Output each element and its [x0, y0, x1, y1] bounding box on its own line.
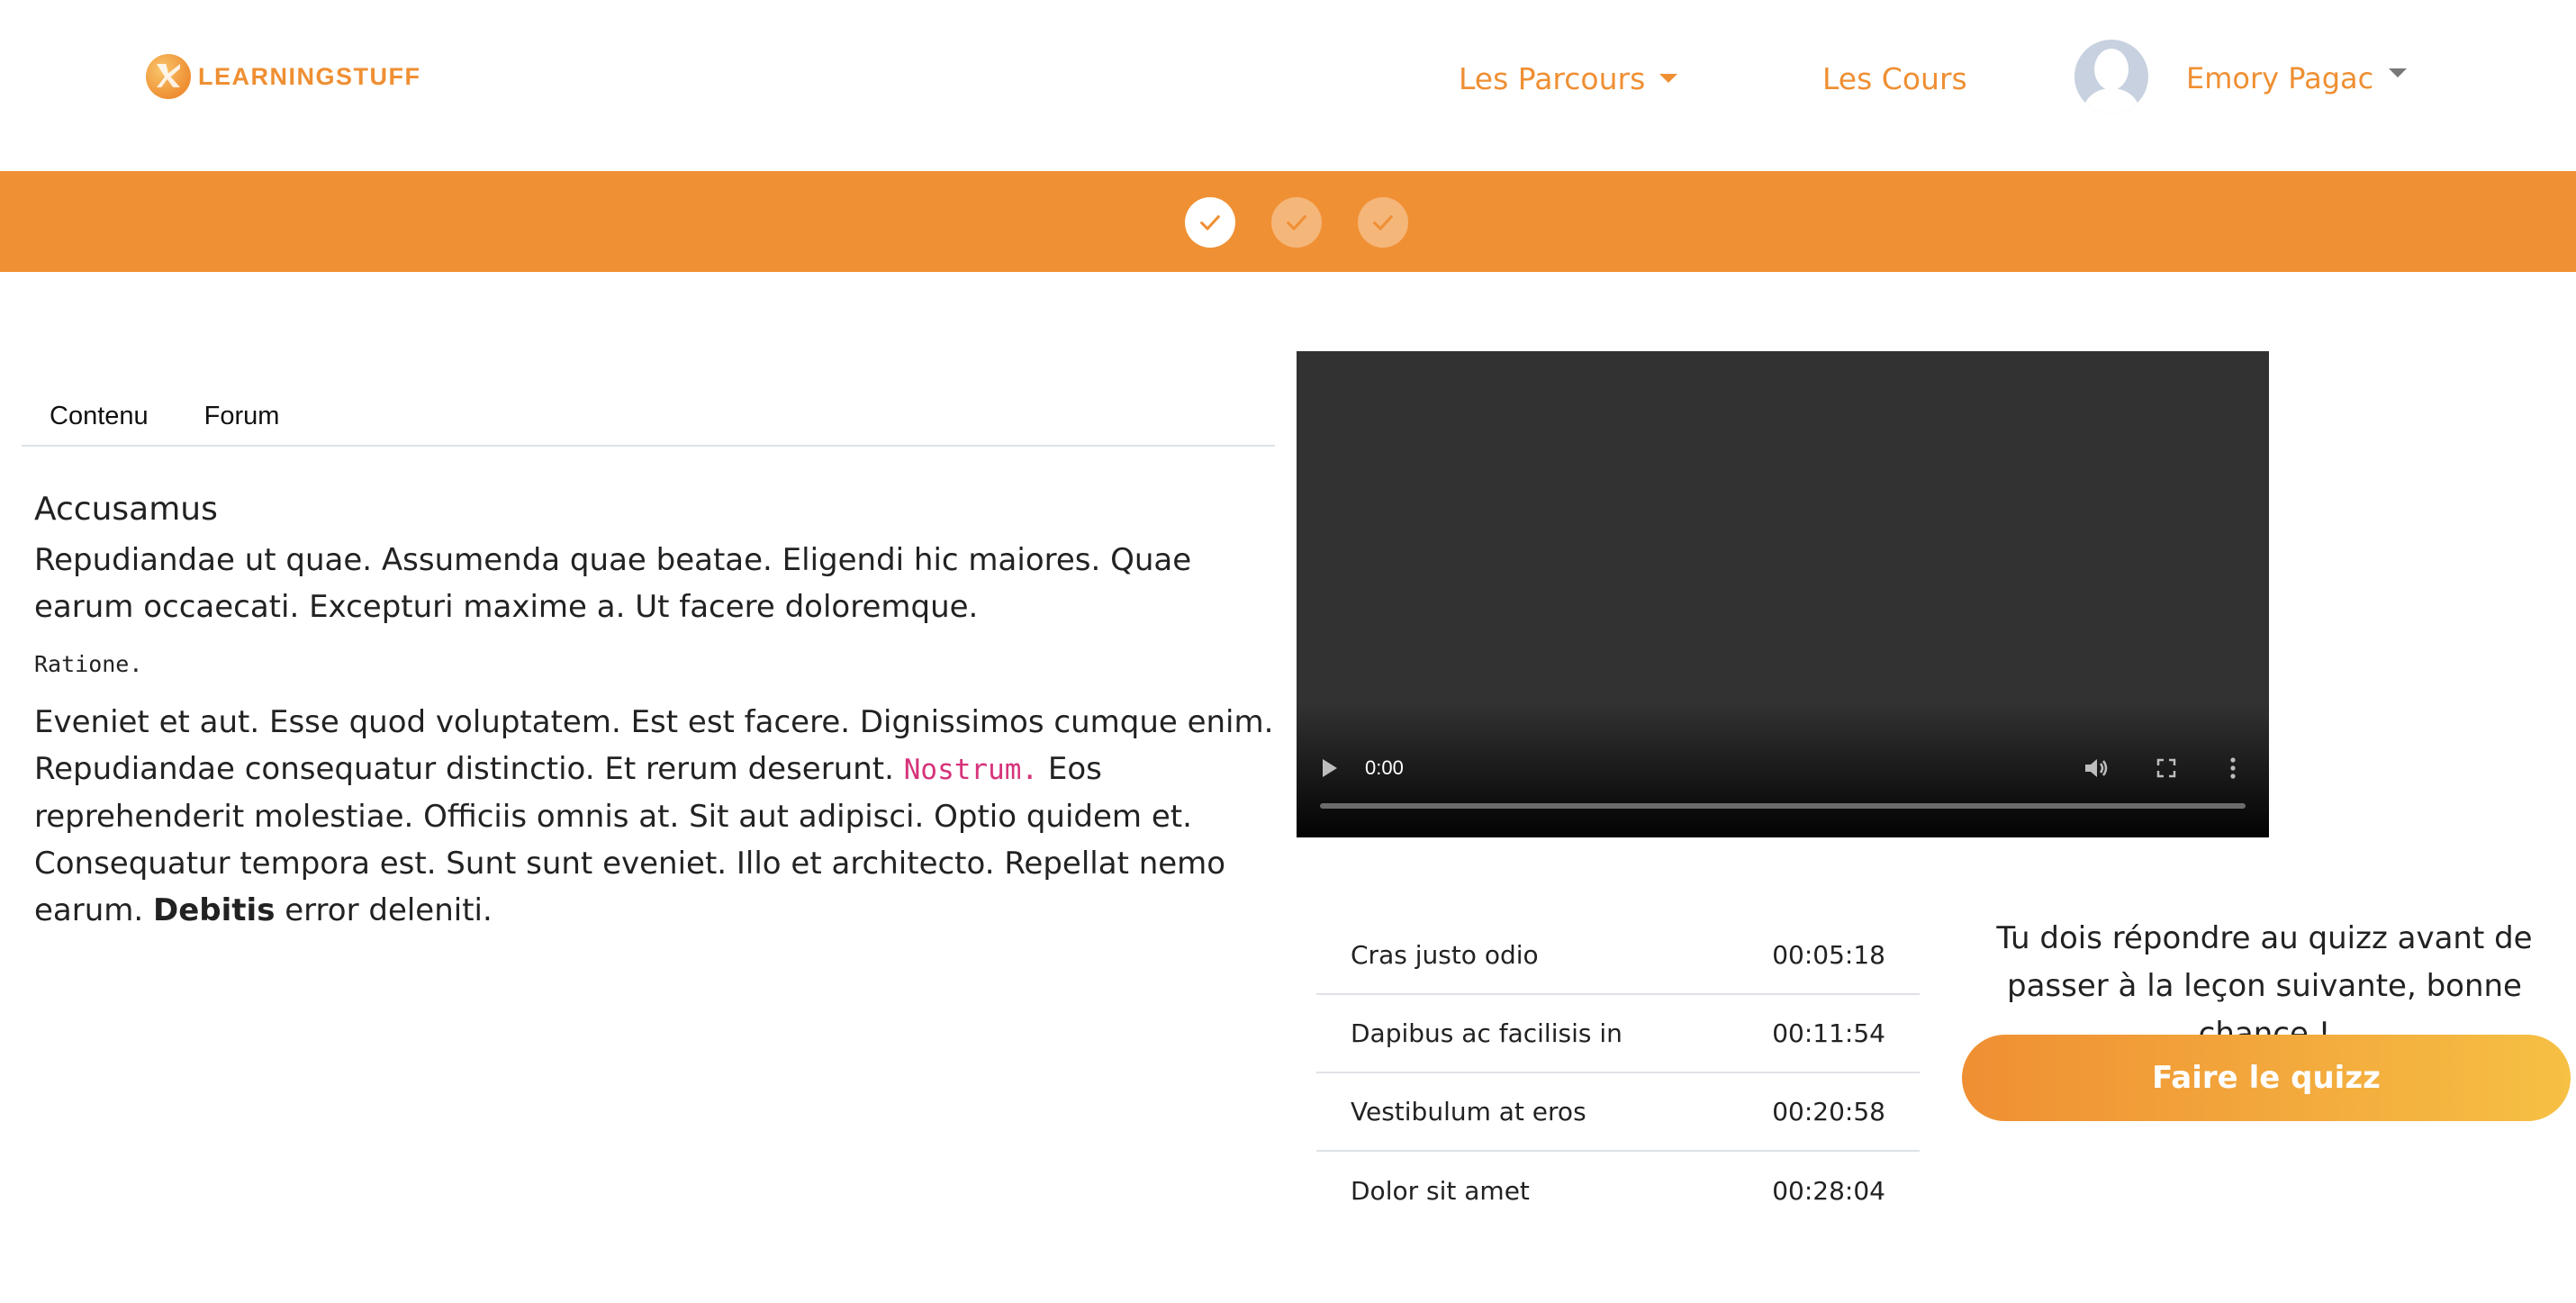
lesson-progress-bar: [0, 171, 2576, 272]
avatar[interactable]: [2074, 40, 2148, 113]
tab-forum[interactable]: Forum: [176, 387, 308, 445]
list-item[interactable]: Cras justo odio 00:05:18: [1316, 917, 1920, 995]
check-icon: [1287, 215, 1306, 231]
volume-icon: [2085, 759, 2108, 777]
inline-code: Nostrum.: [903, 754, 1039, 786]
body-text: error deleniti.: [275, 892, 493, 928]
chapter-list: Cras justo odio 00:05:18 Dapibus ac faci…: [1316, 917, 1920, 1230]
user-name: Emory Pagac: [2186, 61, 2374, 95]
logo[interactable]: LEARNINGSTUFF: [146, 54, 420, 99]
list-item[interactable]: Dolor sit amet 00:28:04: [1316, 1152, 1920, 1230]
chevron-down-icon[interactable]: [2389, 68, 2407, 77]
list-item[interactable]: Vestibulum at eros 00:20:58: [1316, 1073, 1920, 1152]
header: LEARNINGSTUFF Les Parcours Les Cours Emo…: [0, 0, 2576, 171]
lesson-title: Accusamus: [34, 491, 218, 528]
chapter-time: 00:11:54: [1772, 1018, 1885, 1048]
lesson-body-paragraph: Eveniet et aut. Esse quod voluptatem. Es…: [34, 699, 1277, 934]
chapter-title: Dolor sit amet: [1351, 1176, 1530, 1206]
nav-les-cours-label: Les Cours: [1822, 60, 1967, 96]
more-options-button[interactable]: [2229, 755, 2237, 782]
step-1[interactable]: [1185, 197, 1235, 248]
video-player[interactable]: 0:00: [1297, 351, 2269, 837]
take-quiz-button[interactable]: Faire le quizz: [1962, 1035, 2571, 1121]
lesson-code-line: Ratione.: [34, 651, 143, 677]
chapter-title: Dapibus ac facilisis in: [1351, 1018, 1622, 1048]
volume-button[interactable]: [2083, 755, 2109, 782]
nav-les-parcours[interactable]: Les Parcours: [1459, 56, 1678, 101]
check-icon: [1373, 215, 1393, 231]
nav-les-parcours-label: Les Parcours: [1459, 60, 1646, 96]
user-menu[interactable]: Emory Pagac: [2186, 56, 2373, 101]
chapter-time: 00:20:58: [1772, 1097, 1885, 1127]
video-controls-overlay: [1297, 702, 2269, 837]
chevron-down-icon: [1659, 74, 1678, 83]
content-tabs: Contenu Forum: [22, 387, 1275, 447]
chapter-title: Vestibulum at eros: [1351, 1097, 1586, 1127]
fullscreen-icon: [2156, 758, 2176, 778]
logo-text: LEARNINGSTUFF: [198, 62, 421, 90]
step-2[interactable]: [1271, 197, 1322, 248]
chapter-time: 00:05:18: [1772, 940, 1885, 970]
play-icon: [1323, 759, 1337, 777]
list-item[interactable]: Dapibus ac facilisis in 00:11:54: [1316, 995, 1920, 1073]
lesson-lead-paragraph: Repudiandae ut quae. Assumenda quae beat…: [34, 542, 1192, 625]
lesson-content: Accusamus Repudiandae ut quae. Assumenda…: [34, 483, 1277, 934]
more-vertical-icon: [2230, 757, 2236, 779]
tab-contenu[interactable]: Contenu: [22, 387, 176, 445]
chapter-title: Cras justo odio: [1351, 940, 1539, 970]
logo-icon: [146, 54, 191, 99]
check-icon: [1200, 215, 1220, 231]
video-time: 0:00: [1365, 756, 1404, 779]
nav-les-cours[interactable]: Les Cours: [1822, 56, 1967, 101]
step-3[interactable]: [1358, 197, 1408, 248]
chapter-time: 00:28:04: [1772, 1176, 1885, 1206]
bold-text: Debitis: [153, 892, 276, 928]
play-button[interactable]: [1320, 755, 1340, 782]
fullscreen-button[interactable]: [2156, 755, 2177, 782]
video-progress-track[interactable]: [1320, 803, 2246, 809]
